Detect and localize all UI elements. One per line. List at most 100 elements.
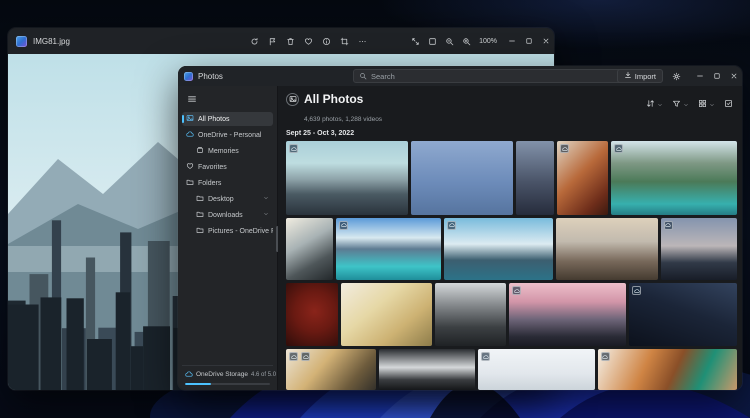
pie-and-latte-photo[interactable] <box>598 349 737 390</box>
delete-icon[interactable] <box>284 35 297 48</box>
zoom-in-icon[interactable] <box>460 35 473 48</box>
flag-icon[interactable] <box>266 35 279 48</box>
zoom-level[interactable]: 100% <box>479 38 497 45</box>
mountain-valley-lake-photo[interactable] <box>611 141 737 215</box>
chevron-down-icon <box>709 95 715 113</box>
close-button[interactable] <box>725 66 742 86</box>
shrimp-pasta-photo[interactable] <box>341 283 433 346</box>
info-icon[interactable] <box>320 35 333 48</box>
hamburger-menu-icon[interactable] <box>185 92 199 106</box>
storage-label: OneDrive Storage <box>196 371 248 378</box>
fit-screen-icon[interactable] <box>409 35 422 48</box>
photos-titlebar[interactable]: Photos Import <box>178 66 742 86</box>
viewer-window-title: IMG81.jpg <box>33 37 70 46</box>
turquoise-lake-photo[interactable] <box>336 218 441 280</box>
storm-clouds-photo[interactable] <box>435 283 506 346</box>
folder-icon <box>196 226 204 236</box>
import-icon <box>624 71 632 81</box>
search-icon <box>359 67 367 85</box>
maximize-button[interactable] <box>708 66 725 86</box>
more-icon[interactable] <box>356 35 369 48</box>
chevron-down-icon <box>683 95 689 113</box>
sidebar-item-label: Desktop <box>208 196 234 203</box>
favorite-icon[interactable] <box>302 35 315 48</box>
select-icon <box>724 95 733 113</box>
view-toolbar <box>646 92 737 113</box>
sidebar-item-onedrive-personal[interactable]: OneDrive - Personal <box>182 128 273 142</box>
import-button[interactable]: Import <box>617 69 663 83</box>
heart-icon <box>186 162 194 172</box>
photo-grid-row <box>286 218 737 280</box>
chevron-down-icon[interactable] <box>263 211 269 219</box>
sort-icon <box>646 95 655 113</box>
amusement-tower-photo[interactable] <box>411 141 514 215</box>
filter-dropdown[interactable] <box>672 95 689 113</box>
grid-view-dropdown[interactable] <box>698 95 715 113</box>
crop-icon[interactable] <box>338 35 351 48</box>
chevron-down-icon[interactable] <box>263 195 269 203</box>
storage-progress-bar <box>185 383 270 386</box>
sidebar-item-all-photos[interactable]: All Photos <box>182 112 273 126</box>
ramen-bowl-photo[interactable] <box>286 349 376 390</box>
bicycle-fence-photo[interactable] <box>556 218 658 280</box>
photos-app-title: Photos <box>198 72 223 81</box>
sort-dropdown[interactable] <box>646 95 663 113</box>
snow-field-photo[interactable] <box>478 349 594 390</box>
cloud-badge-icon <box>512 286 521 295</box>
monochrome-ridge-photo[interactable] <box>379 349 476 390</box>
sidebar-item-label: OneDrive - Personal <box>198 132 261 139</box>
cloud-icon <box>185 370 193 380</box>
photos-app-icon <box>184 72 193 81</box>
gear-icon[interactable] <box>669 69 683 83</box>
sidebar-item-label: Pictures - OneDrive Personal <box>208 228 273 235</box>
select-dropdown[interactable] <box>724 95 733 113</box>
search-input[interactable] <box>371 72 621 81</box>
all-photos-icon <box>286 93 299 106</box>
sidebar-item-folders[interactable]: Folders <box>182 176 273 190</box>
night-clouds-photo[interactable] <box>516 141 554 215</box>
photo-count-subtitle: 4,639 photos, 1,288 videos <box>304 116 737 123</box>
lakeshore-clouds-photo[interactable] <box>444 218 553 280</box>
search-box[interactable] <box>353 69 627 83</box>
photos-app-icon <box>16 36 27 47</box>
city-sunset-photo[interactable] <box>509 283 626 346</box>
red-plate-chopsticks-photo[interactable] <box>286 283 338 346</box>
cloud-badge-icon <box>560 144 569 153</box>
minimize-button[interactable] <box>691 66 708 86</box>
sidebar-item-desktop[interactable]: Desktop <box>192 192 273 206</box>
image-icon <box>186 114 194 124</box>
starry-night-photo[interactable] <box>629 283 737 346</box>
photo-grid <box>286 141 737 390</box>
sidebar-item-memories[interactable]: Memories <box>192 144 273 158</box>
photo-grid-row <box>286 349 737 390</box>
sidebar-item-label: All Photos <box>198 116 230 123</box>
sidebar-item-label: Downloads <box>208 212 243 219</box>
date-range-label[interactable]: Sept 25 - Oct 3, 2022 <box>286 130 737 137</box>
cloud-badge-icon <box>481 352 490 361</box>
page-title: All Photos <box>304 92 363 106</box>
rotate-icon[interactable] <box>248 35 261 48</box>
viewer-titlebar[interactable]: IMG81.jpg 100% <box>8 28 554 54</box>
memories-icon <box>196 146 204 156</box>
sidebar-item-favorites[interactable]: Favorites <box>182 160 273 174</box>
folder-icon <box>196 210 204 220</box>
brunch-bowl-photo[interactable] <box>557 141 608 215</box>
minimize-button[interactable] <box>503 28 520 54</box>
city-skyline-photo[interactable] <box>286 141 408 215</box>
cloud-badge-icon <box>339 221 348 230</box>
cloud-icon <box>186 130 194 140</box>
onedrive-storage[interactable]: OneDrive Storage 4.6 of 5.0 GB <box>182 365 273 391</box>
close-button[interactable] <box>537 28 554 54</box>
zoom-out-icon[interactable] <box>443 35 456 48</box>
cloud-badge-icon <box>632 286 641 295</box>
maximize-button[interactable] <box>520 28 537 54</box>
dusk-treeline-photo[interactable] <box>661 218 737 280</box>
cloud-badge-icon <box>289 144 298 153</box>
sidebar-item-pictures-onedrive-personal[interactable]: Pictures - OneDrive Personal <box>192 224 273 238</box>
actual-size-icon[interactable] <box>426 35 439 48</box>
photos-app-window: Photos Import All Photos OneDrive - Perso… <box>178 66 742 390</box>
sidebar-item-downloads[interactable]: Downloads <box>192 208 273 222</box>
import-label: Import <box>635 72 656 81</box>
sun-over-water-photo[interactable] <box>286 218 333 280</box>
grid-view-icon <box>698 95 707 113</box>
